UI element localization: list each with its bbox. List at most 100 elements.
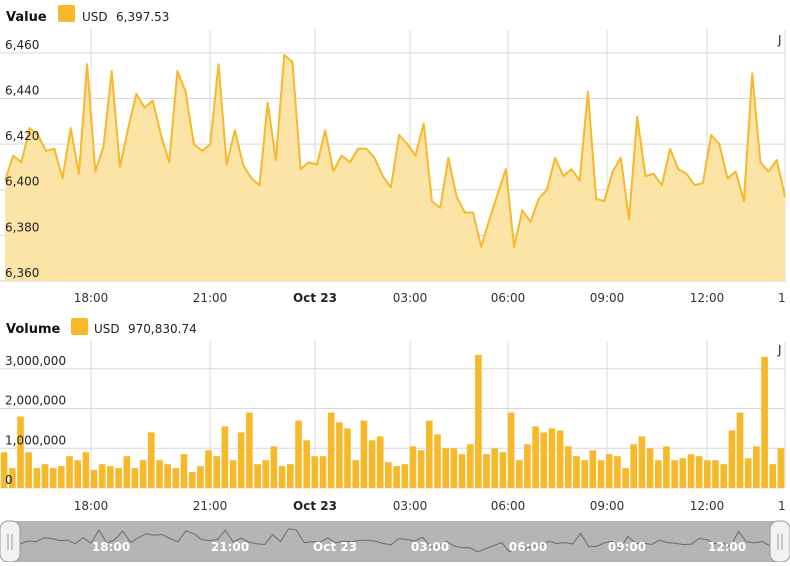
navigator-tick-label: 09:00: [608, 540, 646, 554]
price-y-tick-label: 6,460: [5, 38, 39, 52]
volume-legend-swatch: [71, 318, 88, 335]
volume-bar: [417, 450, 425, 488]
volume-bar: [213, 456, 220, 488]
price-x-tick-label: 1: [778, 291, 786, 305]
volume-bar: [115, 468, 122, 488]
volume-y-tick-label: 0: [5, 473, 13, 487]
price-x-tick-label: 21:00: [193, 291, 228, 305]
volume-bar: [278, 466, 286, 488]
volume-bar: [156, 460, 163, 488]
price-area: [4, 54, 786, 281]
volume-x-tick-label: 1: [778, 499, 786, 513]
volume-bar: [507, 412, 515, 488]
volume-y-tick-label: 3,000,000: [5, 354, 66, 368]
volume-bar: [663, 446, 670, 488]
volume-bar: [532, 426, 539, 488]
navigator[interactable]: 18:00 21:00 Oct 23 03:00 06:00 09:00 12:00: [0, 520, 790, 563]
volume-x-tick-label: 03:00: [393, 499, 428, 513]
price-x-tick-label: 18:00: [74, 291, 109, 305]
volume-bar: [483, 454, 490, 488]
volume-bar: [712, 460, 719, 488]
volume-bar: [33, 468, 41, 488]
navigator-right-handle[interactable]: [769, 520, 790, 563]
volume-bar: [188, 472, 196, 488]
volume-bar: [131, 468, 139, 488]
volume-bar: [205, 450, 212, 488]
navigator-tick-label: 12:00: [708, 540, 746, 554]
volume-bar: [327, 412, 335, 488]
volume-x-tick-label: 12:00: [690, 499, 725, 513]
navigator-tick-label: 18:00: [92, 540, 130, 554]
volume-bar: [638, 436, 646, 488]
volume-bar: [401, 464, 409, 488]
volume-bar: [295, 420, 302, 488]
volume-bar: [491, 448, 498, 488]
volume-bar: [704, 460, 711, 488]
volume-bar: [540, 432, 548, 488]
volume-bar: [614, 456, 621, 488]
volume-bar: [630, 444, 637, 488]
volume-bar: [777, 448, 785, 488]
volume-bar: [360, 420, 368, 488]
volume-bar: [90, 470, 98, 488]
volume-bar: [753, 446, 760, 488]
volume-bar: [82, 452, 90, 488]
volume-bar: [605, 454, 613, 488]
volume-bar: [556, 430, 564, 488]
volume-bar: [139, 460, 147, 488]
volume-bar: [98, 464, 106, 488]
volume-bar: [352, 460, 359, 488]
volume-x-tick-label: 06:00: [491, 499, 526, 513]
volume-bar: [270, 446, 278, 488]
volume-bar: [303, 440, 310, 488]
price-legend-value: 6,397.53: [116, 10, 169, 24]
price-area-fill: [5, 55, 785, 281]
volume-bar: [622, 468, 629, 488]
volume-bar: [229, 460, 237, 488]
volume-bar: [344, 428, 351, 488]
volume-bar: [74, 460, 81, 488]
volume-bar: [516, 460, 523, 488]
volume-bar: [475, 354, 482, 488]
volume-bar: [221, 426, 229, 488]
price-x-tick-label: 09:00: [590, 291, 625, 305]
volume-bar: [434, 434, 441, 488]
price-right-edge-glyph: J: [777, 33, 782, 47]
volume-bar: [385, 462, 392, 488]
volume-bar: [671, 460, 678, 488]
volume-bar: [548, 428, 556, 488]
navigator-tick-label: 03:00: [411, 540, 449, 554]
price-y-tick-label: 6,440: [5, 83, 39, 97]
volume-bar: [311, 456, 319, 488]
volume-bar: [573, 456, 580, 488]
chart-container: 6,460 6,440 6,420 6,400 6,380 6,360 18:00 21:0…: [0, 0, 790, 563]
volume-bar: [581, 460, 588, 488]
volume-bar: [246, 412, 253, 488]
price-y-tick-label: 6,400: [5, 175, 39, 189]
volume-legend-value: 970,830.74: [128, 322, 197, 336]
volume-bar: [376, 436, 384, 488]
volume-x-tick-label: 09:00: [590, 499, 625, 513]
price-panel-title: Value: [6, 10, 47, 25]
price-panel: 6,460 6,440 6,420 6,400 6,380 6,360 18:00 21:0…: [0, 5, 786, 305]
price-x-tick-label: 06:00: [491, 291, 526, 305]
price-y-tick-label: 6,380: [5, 220, 39, 234]
price-legend-currency: USD: [82, 10, 108, 24]
volume-y-tick-label: 1,000,000: [5, 433, 66, 447]
navigator-left-handle[interactable]: [0, 520, 21, 563]
volume-bar: [197, 466, 204, 488]
volume-bar: [368, 440, 376, 488]
volume-bar: [655, 460, 662, 488]
price-legend: Value USD 6,397.53: [6, 5, 169, 25]
price-x-tick-label: 12:00: [690, 291, 725, 305]
volume-bar: [66, 456, 73, 488]
volume-x-tick-label: 18:00: [74, 499, 109, 513]
volume-bar: [499, 452, 507, 488]
volume-bar: [123, 456, 131, 488]
volume-right-edge-glyph: J: [777, 343, 782, 357]
volume-bar: [148, 432, 155, 488]
volume-panel-title: Volume: [6, 322, 61, 337]
volume-panel: 3,000,000 2,000,000 1,000,000 0 18:00 21:00 O…: [0, 318, 786, 513]
volume-bar: [164, 464, 171, 488]
navigator-tick-label: 21:00: [211, 540, 249, 554]
